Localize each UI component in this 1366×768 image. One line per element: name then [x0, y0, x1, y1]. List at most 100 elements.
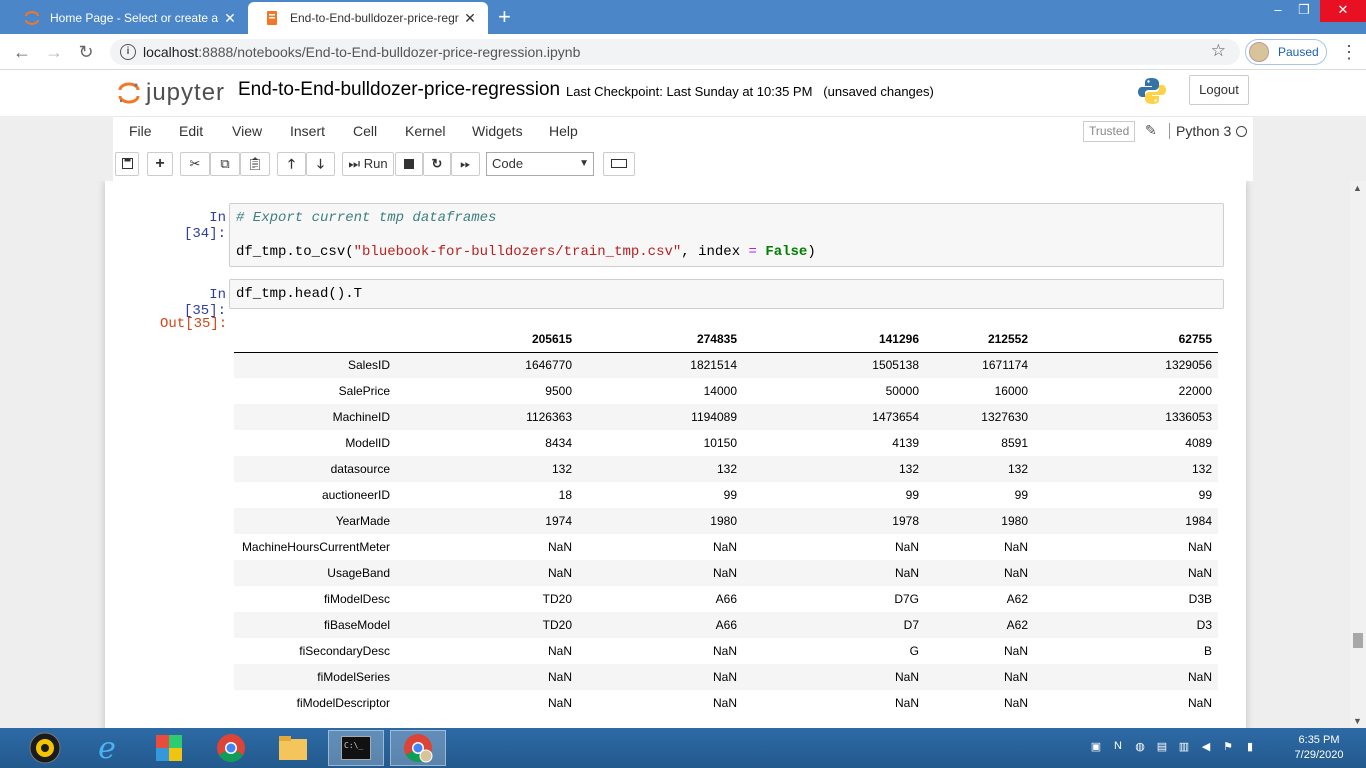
- start-button[interactable]: [18, 730, 72, 766]
- menu-kernel[interactable]: Kernel: [405, 123, 445, 139]
- table-cell: NaN: [712, 566, 737, 580]
- command-palette-button[interactable]: [603, 152, 635, 176]
- table-cell: 132: [898, 462, 919, 476]
- table-cell: NaN: [1187, 540, 1212, 554]
- jupyter-header: jupyter End-to-End-bulldozer-price-regre…: [0, 70, 1366, 116]
- scroll-up-icon[interactable]: ▲: [1353, 183, 1362, 193]
- code-cell-editor[interactable]: df_tmp.head().T: [229, 279, 1224, 309]
- table-cell: 132: [1007, 462, 1028, 476]
- menu-edit[interactable]: Edit: [179, 123, 203, 139]
- insert-cell-button[interactable]: +: [147, 152, 173, 176]
- back-icon[interactable]: ←: [12, 42, 32, 62]
- logout-button[interactable]: Logout: [1189, 75, 1249, 105]
- notebook-container: In [34]: # Export current tmp dataframes…: [105, 181, 1246, 728]
- table-cell: 8591: [1001, 436, 1028, 450]
- vertical-scrollbar[interactable]: ▲ ▼: [1350, 181, 1366, 728]
- taskbar-command-prompt[interactable]: C:\_: [328, 730, 384, 766]
- code-operator: =: [748, 244, 757, 260]
- tray-chat-icon[interactable]: ▣: [1088, 740, 1104, 754]
- trusted-indicator[interactable]: Trusted: [1083, 121, 1136, 142]
- menu-insert[interactable]: Insert: [290, 123, 325, 139]
- menu-widgets[interactable]: Widgets: [472, 123, 523, 139]
- move-down-button[interactable]: 🡓: [306, 152, 335, 176]
- forward-icon[interactable]: →: [44, 42, 64, 62]
- interrupt-button[interactable]: [395, 152, 423, 176]
- table-row: fiSecondaryDesc NaN NaN G NaN B: [234, 638, 1218, 664]
- folder-icon: [279, 736, 307, 760]
- reload-icon[interactable]: ↻: [76, 42, 96, 62]
- taskbar-app-colorful[interactable]: [142, 730, 196, 766]
- save-button[interactable]: [115, 152, 139, 176]
- cut-button[interactable]: ✂: [180, 152, 210, 176]
- taskbar-chrome[interactable]: [204, 730, 258, 766]
- table-cell: A62: [1006, 592, 1028, 606]
- profile-button[interactable]: Paused: [1245, 39, 1327, 65]
- table-cell: NaN: [894, 566, 919, 580]
- table-cell: 1329056: [1165, 358, 1212, 373]
- paste-icon: 📋︎: [246, 156, 264, 171]
- move-up-button[interactable]: 🡑: [277, 152, 306, 176]
- taskbar-chrome-user[interactable]: [390, 730, 446, 766]
- menu-help[interactable]: Help: [549, 123, 578, 139]
- table-cell: NaN: [1003, 696, 1028, 710]
- scrollbar-thumb[interactable]: [1353, 633, 1363, 648]
- jupyter-logo[interactable]: jupyter: [118, 78, 225, 108]
- bookmark-star-icon[interactable]: ☆: [1211, 41, 1226, 61]
- menu-view[interactable]: View: [232, 123, 262, 139]
- table-cell: A66: [715, 618, 737, 632]
- tray-nvidia-icon[interactable]: N: [1110, 740, 1126, 754]
- scroll-down-icon[interactable]: ▼: [1353, 716, 1362, 726]
- table-cell: 1974: [545, 514, 572, 528]
- row-label: fiBaseModel: [323, 618, 390, 632]
- table-row: fiModelDescriptor NaN NaN NaN NaN NaN: [234, 690, 1218, 716]
- taskbar-file-explorer[interactable]: [266, 730, 320, 766]
- start-orb-icon: [29, 732, 61, 764]
- copy-button[interactable]: ⧉: [210, 152, 240, 176]
- table-cell: NaN: [712, 670, 737, 684]
- cell-type-select[interactable]: Code ▼: [486, 152, 594, 176]
- run-button[interactable]: ⏭︎ Run: [342, 152, 394, 176]
- table-cell: 4139: [892, 436, 919, 450]
- site-info-icon[interactable]: i: [120, 44, 136, 60]
- restart-button[interactable]: ↻: [423, 152, 451, 176]
- plus-icon: +: [155, 155, 165, 172]
- code-cell-editor[interactable]: # Export current tmp dataframes df_tmp.t…: [229, 203, 1224, 267]
- kernel-name[interactable]: Python 3: [1169, 123, 1231, 139]
- minimize-icon[interactable]: –: [1264, 0, 1292, 22]
- new-tab-icon[interactable]: +: [498, 6, 511, 28]
- table-cell: 1984: [1185, 514, 1212, 528]
- taskbar-clock[interactable]: 6:35 PM 7/29/2020: [1286, 733, 1352, 763]
- column-header: 274835: [578, 326, 743, 353]
- tray-network-app-icon[interactable]: ▤: [1154, 740, 1170, 754]
- table-cell: D3: [1196, 618, 1212, 632]
- step-forward-icon: ⏭︎: [348, 156, 361, 171]
- menu-cell[interactable]: Cell: [353, 123, 377, 139]
- paste-button[interactable]: 📋︎: [240, 152, 270, 176]
- tray-flag-icon[interactable]: ⚑: [1220, 740, 1236, 754]
- table-cell: D7G: [894, 592, 919, 606]
- tab-home-page[interactable]: Home Page - Select or create a n ✕: [8, 2, 248, 34]
- notebook-title[interactable]: End-to-End-bulldozer-price-regression: [238, 79, 560, 101]
- menu-file[interactable]: File: [129, 123, 152, 139]
- restart-run-all-button[interactable]: ⏩︎: [451, 152, 480, 176]
- signal-strength-icon[interactable]: ▮: [1242, 740, 1258, 754]
- notebook-scroll-area[interactable]: In [34]: # Export current tmp dataframes…: [0, 181, 1350, 728]
- column-header: 141296: [743, 326, 925, 353]
- tray-device-icon[interactable]: ▥: [1176, 740, 1192, 754]
- tab-close-icon[interactable]: ✕: [222, 10, 238, 27]
- table-cell: NaN: [1003, 644, 1028, 658]
- tab-notebook[interactable]: End-to-End-bulldozer-price-regr ✕: [248, 2, 488, 34]
- svg-text:C:\_: C:\_: [344, 741, 363, 750]
- table-row: MachineID 1126363 1194089 1473654 1327630 133…: [234, 404, 1218, 430]
- windows-taskbar: e C:\_ ▣ N ◍ ▤ ▥ ◀ ⚑ ▮ 6:35 PM 7/29/2020: [0, 728, 1366, 768]
- taskbar-internet-explorer[interactable]: e: [80, 730, 134, 766]
- restore-icon[interactable]: ❐: [1290, 0, 1318, 22]
- tray-security-icon[interactable]: ◍: [1132, 740, 1148, 754]
- window-close-icon[interactable]: ✕: [1320, 0, 1366, 22]
- url-input[interactable]: i localhost:8888/notebooks/End-to-End-bu…: [110, 39, 1240, 65]
- browser-menu-icon[interactable]: ⋮: [1340, 42, 1358, 63]
- clock-time: 6:35 PM: [1298, 734, 1340, 746]
- tab-close-icon[interactable]: ✕: [462, 10, 478, 27]
- table-row: auctioneerID 18 99 99 99 99: [234, 482, 1218, 508]
- volume-icon[interactable]: ◀: [1198, 740, 1214, 754]
